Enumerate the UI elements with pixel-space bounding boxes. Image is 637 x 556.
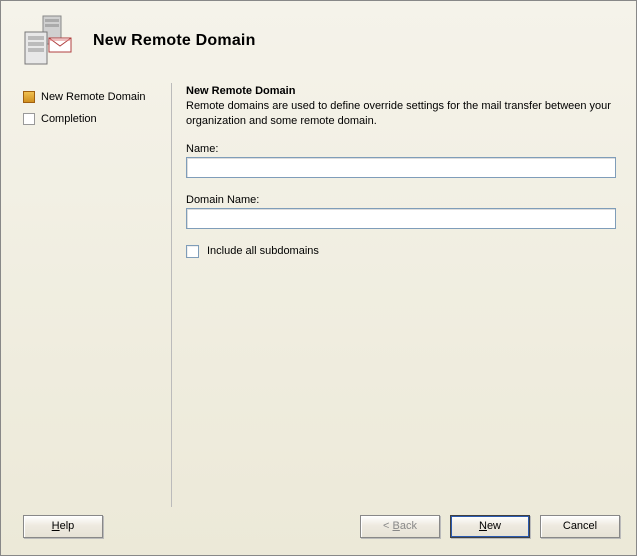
name-input[interactable] — [186, 157, 616, 178]
new-button[interactable]: New — [450, 515, 530, 538]
wizard-steps-sidebar: New Remote Domain Completion — [23, 83, 171, 507]
include-subdomains-row[interactable]: Include all subdomains — [186, 245, 616, 258]
wizard-footer: Help < Back New Cancel — [1, 507, 636, 555]
wizard-header: New Remote Domain — [1, 1, 636, 77]
step-completion: Completion — [23, 109, 171, 129]
step-pending-icon — [23, 113, 35, 125]
domain-name-label: Domain Name: — [186, 194, 616, 206]
include-subdomains-label: Include all subdomains — [207, 245, 319, 257]
domain-field-block: Domain Name: — [186, 194, 616, 229]
wizard-content: New Remote Domain Completion New Remote … — [1, 83, 636, 507]
wizard-main-panel: New Remote Domain Remote domains are use… — [171, 83, 620, 507]
include-subdomains-checkbox[interactable] — [186, 245, 199, 258]
step-active-icon — [23, 91, 35, 103]
help-button[interactable]: Help — [23, 515, 103, 538]
wizard-dialog: New Remote Domain New Remote Domain Comp… — [0, 0, 637, 556]
wizard-title: New Remote Domain — [93, 32, 256, 50]
page-description: Remote domains are used to define overri… — [186, 99, 616, 129]
server-mail-icon — [19, 14, 73, 68]
step-new-remote-domain: New Remote Domain — [23, 87, 171, 107]
name-field-block: Name: — [186, 143, 616, 178]
domain-name-input[interactable] — [186, 208, 616, 229]
page-title: New Remote Domain — [186, 85, 616, 97]
step-label: Completion — [41, 113, 97, 125]
back-button[interactable]: < Back — [360, 515, 440, 538]
step-label: New Remote Domain — [41, 91, 146, 103]
cancel-button[interactable]: Cancel — [540, 515, 620, 538]
name-label: Name: — [186, 143, 616, 155]
